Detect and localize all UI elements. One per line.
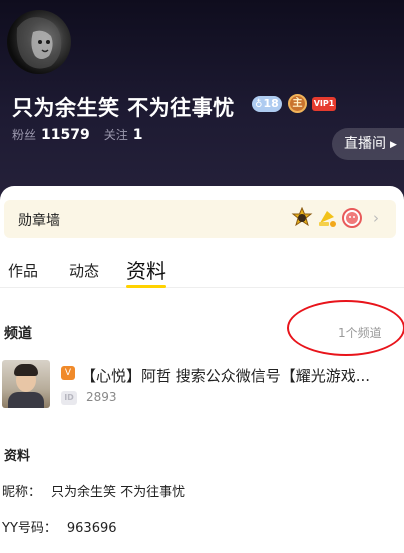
tab-profile-info[interactable]: 资料 <box>126 255 166 284</box>
info-value: 只为余生笑 不为往事忧 <box>51 485 186 500</box>
gold-star-medal-icon <box>291 207 313 227</box>
channel-count-link[interactable]: 1个频道 <box>338 324 382 341</box>
medal-wall-title: 勋章墙 <box>18 213 60 229</box>
channel-section-title: 频道 <box>4 326 32 342</box>
profile-content-card: 勋章墙 › 作品 动态 资料 频道 1个频道 V 【心悦】阿哲 搜索公众微信号【… <box>0 186 404 553</box>
tab-moments[interactable]: 动态 <box>69 260 99 281</box>
chevron-right-icon: › <box>373 209 379 227</box>
channel-list-item[interactable]: V 【心悦】阿哲 搜索公众微信号【耀光游戏... ID 2893 <box>0 357 404 415</box>
level-badge-icon: ♁ <box>255 99 263 110</box>
info-label: YY号码： <box>2 521 57 536</box>
channel-name: 【心悦】阿哲 搜索公众微信号【耀光游戏... <box>81 367 371 385</box>
fans-count[interactable]: 11579 <box>41 127 90 143</box>
channel-tag-icon: V <box>61 366 75 380</box>
medal-wall[interactable]: 勋章墙 › <box>4 200 396 238</box>
info-row-yy-number: YY号码： 963696 <box>2 517 117 536</box>
profile-nickname: 只为余生笑 不为往事忧 <box>12 96 235 120</box>
profile-tabs: 作品 动态 资料 <box>0 248 404 288</box>
trophy-medal-icon <box>319 211 336 227</box>
play-arrow-icon: ▶ <box>390 140 397 150</box>
lion-avatar-icon <box>16 17 62 69</box>
red-face-medal-icon <box>342 208 362 228</box>
active-tab-indicator <box>126 285 166 288</box>
tab-works[interactable]: 作品 <box>8 260 38 281</box>
channel-id: 2893 <box>86 390 117 404</box>
live-room-label: 直播间 <box>344 136 386 152</box>
profile-stats: 粉丝 11579 关注 1 <box>12 126 157 143</box>
info-label: 昵称： <box>2 485 42 500</box>
info-section-title: 资料 <box>4 449 31 464</box>
channel-thumbnail <box>2 360 50 408</box>
follow-count[interactable]: 1 <box>133 127 143 143</box>
info-row-nickname: 昵称： 只为余生笑 不为往事忧 <box>2 481 185 500</box>
vip-badge: VIP1 <box>312 97 336 111</box>
avatar[interactable] <box>7 10 71 74</box>
profile-header: 只为余生笑 不为往事忧 ♁18 主 VIP1 粉丝 11579 关注 1 直播间 ▶ <box>0 0 404 200</box>
follow-label: 关注 <box>103 128 128 142</box>
fans-label: 粉丝 <box>12 128 37 142</box>
id-badge-icon: ID <box>61 391 77 405</box>
host-badge: 主 <box>288 94 307 113</box>
level-badge: ♁18 <box>252 96 282 112</box>
info-value: 963696 <box>66 521 117 536</box>
live-room-button[interactable]: 直播间 ▶ <box>332 128 404 160</box>
level-value: 18 <box>263 97 279 110</box>
